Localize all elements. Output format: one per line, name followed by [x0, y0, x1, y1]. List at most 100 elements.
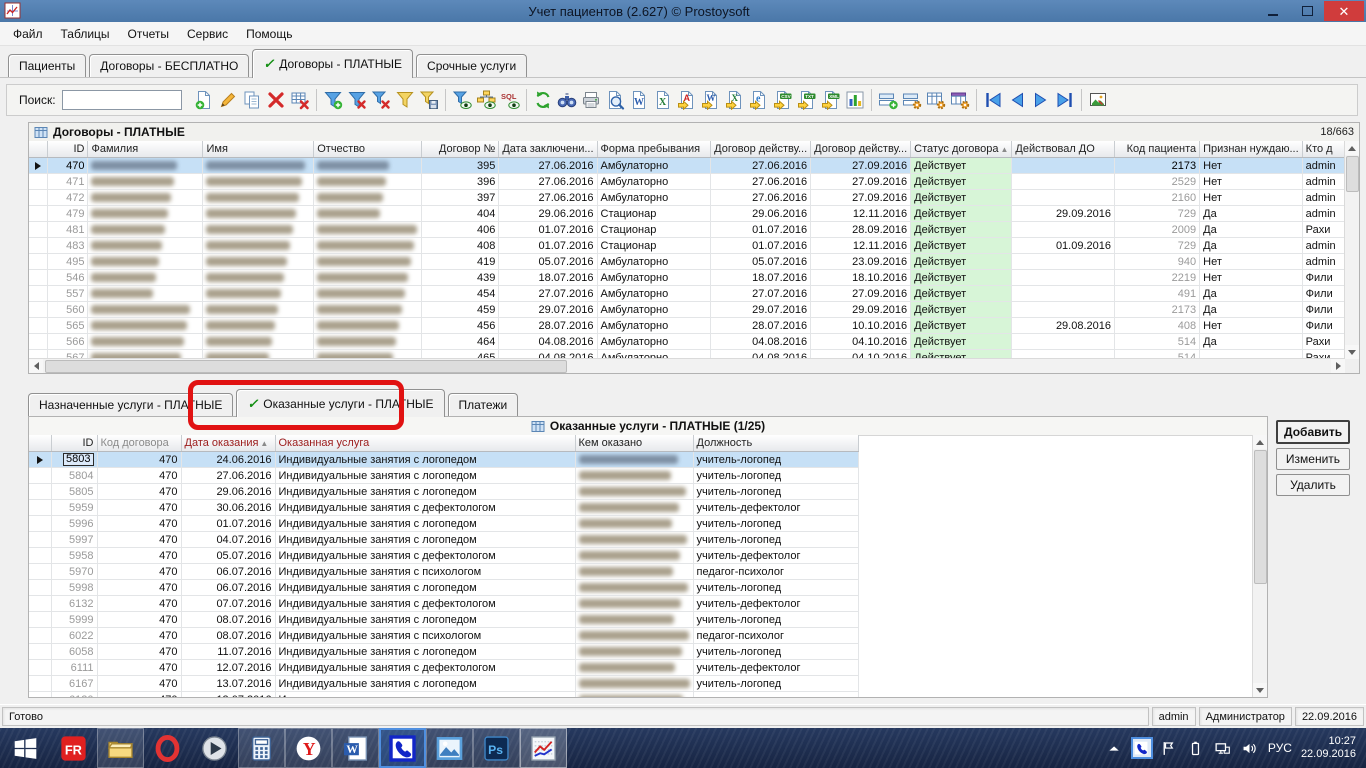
cell-status[interactable]: Действует: [911, 302, 1012, 318]
cell-middlename[interactable]: [314, 222, 422, 238]
cell-acted_until[interactable]: [1012, 222, 1115, 238]
grid-settings-alt-icon[interactable]: [948, 88, 972, 112]
cell-contract_no[interactable]: 464: [421, 334, 498, 350]
cell-firstname[interactable]: [203, 254, 314, 270]
column-header-acted_until[interactable]: Действовал ДО: [1012, 141, 1115, 158]
copy-record-icon[interactable]: [240, 88, 264, 112]
print-icon[interactable]: [579, 88, 603, 112]
cell-contract[interactable]: 470: [97, 500, 181, 516]
cell-firstname[interactable]: [203, 174, 314, 190]
cell-lastname[interactable]: [88, 206, 203, 222]
menu-item-1[interactable]: Файл: [4, 24, 52, 44]
cell-concluded[interactable]: 29.07.2016: [499, 302, 597, 318]
cell-valid_from[interactable]: 04.08.2016: [711, 334, 811, 350]
cell-contract[interactable]: 470: [97, 516, 181, 532]
cell-performer[interactable]: [575, 676, 693, 692]
taskbar-app-opera[interactable]: [144, 728, 191, 768]
table-row[interactable]: 48140601.07.2016Стационар01.07.201628.09…: [29, 222, 1345, 238]
cell-service[interactable]: Индивидуальные занятия с дефектологом: [275, 660, 575, 676]
add-button[interactable]: Добавить: [1276, 420, 1350, 444]
export-csv-icon[interactable]: CSV: [771, 88, 795, 112]
cell-id[interactable]: 6058: [51, 644, 97, 660]
menu-item-3[interactable]: Отчеты: [119, 24, 178, 44]
cell-valid_to[interactable]: 18.10.2016: [811, 270, 911, 286]
column-header-middlename[interactable]: Отчество: [314, 141, 422, 158]
cell-id[interactable]: 5996: [51, 516, 97, 532]
taskbar-app-explorer[interactable]: [97, 728, 144, 768]
cell-who[interactable]: Фили: [1302, 318, 1344, 334]
cell-form[interactable]: Амбулаторно: [597, 334, 711, 350]
tab-платежи[interactable]: Платежи: [448, 393, 519, 416]
cell-valid_from[interactable]: 29.07.2016: [711, 302, 811, 318]
cell-lastname[interactable]: [88, 254, 203, 270]
cell-position[interactable]: учитель-дефектолог: [693, 596, 858, 612]
cell-acted_until[interactable]: [1012, 190, 1115, 206]
doc-excel-icon[interactable]: X: [651, 88, 675, 112]
cell-status[interactable]: Действует: [911, 174, 1012, 190]
export-pdf-icon[interactable]: A: [675, 88, 699, 112]
cell-needy[interactable]: Да: [1200, 302, 1303, 318]
cell-firstname[interactable]: [203, 206, 314, 222]
cell-status[interactable]: Действует: [911, 222, 1012, 238]
cell-service[interactable]: Индивидуальные занятия с логопедом: [275, 676, 575, 692]
cell-who[interactable]: admin: [1302, 158, 1344, 174]
cell-id[interactable]: 5999: [51, 612, 97, 628]
cell-patient_code[interactable]: 2219: [1115, 270, 1200, 286]
cell-position[interactable]: учитель-логопед: [693, 644, 858, 660]
cell-valid_to[interactable]: 28.09.2016: [811, 222, 911, 238]
cell-who[interactable]: admin: [1302, 190, 1344, 206]
export-xml-icon[interactable]: XML: [819, 88, 843, 112]
cell-position[interactable]: учитель-логопед: [693, 516, 858, 532]
cell-service[interactable]: Индивидуальные занятия с логопедом: [275, 484, 575, 500]
tray-phone-icon[interactable]: [1133, 739, 1151, 757]
cell-lastname[interactable]: [88, 158, 203, 174]
cell-patient_code[interactable]: 940: [1115, 254, 1200, 270]
record-insert-icon[interactable]: [876, 88, 900, 112]
scroll-thumb[interactable]: [1254, 450, 1267, 584]
cell-middlename[interactable]: [314, 302, 422, 318]
cell-contract_no[interactable]: 395: [421, 158, 498, 174]
cell-concluded[interactable]: 05.07.2016: [499, 254, 597, 270]
cell-id[interactable]: 5804: [51, 468, 97, 484]
menu-item-5[interactable]: Помощь: [237, 24, 301, 44]
cell-who[interactable]: admin: [1302, 174, 1344, 190]
cell-valid_from[interactable]: 18.07.2016: [711, 270, 811, 286]
filter-view-icon[interactable]: [450, 88, 474, 112]
cell-concluded[interactable]: 27.07.2016: [499, 286, 597, 302]
cell-position[interactable]: учитель-логопед: [693, 484, 858, 500]
table-row[interactable]: 56045929.07.2016Амбулаторно29.07.201629.…: [29, 302, 1345, 318]
cell-id[interactable]: 6167: [51, 676, 97, 692]
cell-status[interactable]: Действует: [911, 206, 1012, 222]
cell-contract[interactable]: 470: [97, 660, 181, 676]
export-txt-icon[interactable]: TXT: [795, 88, 819, 112]
cell-needy[interactable]: Нет: [1200, 318, 1303, 334]
table-row[interactable]: 47940429.06.2016Стационар29.06.201612.11…: [29, 206, 1345, 222]
cell-contract[interactable]: 470: [97, 676, 181, 692]
column-header-lastname[interactable]: Фамилия: [88, 141, 203, 158]
cell-lastname[interactable]: [88, 222, 203, 238]
filter-clear-icon[interactable]: [369, 88, 393, 112]
cell-date[interactable]: 13.07.2016: [181, 692, 275, 698]
start-button[interactable]: [0, 728, 50, 768]
cell-who[interactable]: admin: [1302, 238, 1344, 254]
taskbar-app-yandex-browser[interactable]: Y: [285, 728, 332, 768]
nav-prev-icon[interactable]: [1005, 88, 1029, 112]
cell-id[interactable]: 5958: [51, 548, 97, 564]
table-row[interactable]: 599947008.07.2016Индивидуальные занятия …: [29, 612, 858, 628]
cell-acted_until[interactable]: 01.09.2016: [1012, 238, 1115, 254]
cell-id[interactable]: 471: [47, 174, 88, 190]
cell-contract[interactable]: 470: [97, 596, 181, 612]
cell-date[interactable]: 30.06.2016: [181, 500, 275, 516]
cell-concluded[interactable]: 04.08.2016: [499, 334, 597, 350]
cell-form[interactable]: Стационар: [597, 222, 711, 238]
tab-назначенные-услуги-платные[interactable]: Назначенные услуги - ПЛАТНЫЕ: [28, 393, 233, 416]
cell-id[interactable]: 483: [47, 238, 88, 254]
column-header-valid_to[interactable]: Договор действу...: [811, 141, 911, 158]
taskbar-app-image-viewer[interactable]: [426, 728, 473, 768]
cell-middlename[interactable]: [314, 286, 422, 302]
cell-performer[interactable]: [575, 468, 693, 484]
nav-next-icon[interactable]: [1029, 88, 1053, 112]
cell-id[interactable]: 560: [47, 302, 88, 318]
cell-status[interactable]: Действует: [911, 238, 1012, 254]
cell-service[interactable]: Индивидуальные занятия с психологом: [275, 692, 575, 698]
